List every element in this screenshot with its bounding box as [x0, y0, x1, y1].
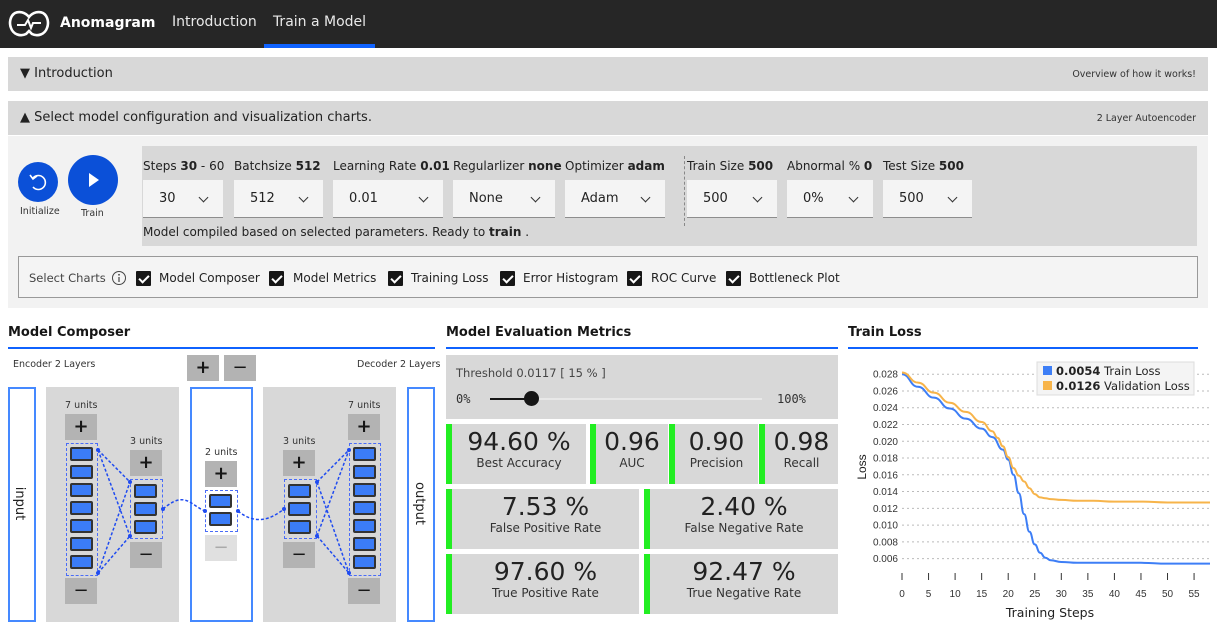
metric-true-positive-rate: 97.60 % True Positive Rate [446, 554, 639, 614]
y-tick-label: 0.022 [873, 420, 898, 431]
connection-line [316, 449, 350, 537]
train-loss-chart: 0.006 0.008 0.010 0.012 0.014 0.016 0.018 0.020… [855, 361, 1210, 620]
metric-false-positive-rate: 7.53 % False Positive Rate [446, 489, 639, 549]
connection-dot [236, 509, 240, 513]
train-loss-title: Train Loss [848, 325, 922, 340]
slider-max-label: 100% [777, 392, 806, 406]
divider [684, 156, 685, 226]
x-axis-label: Training Steps [1005, 605, 1094, 620]
legend-item-train-loss: 0.0054 Train Loss [1056, 364, 1161, 378]
y-tick-label: 0.014 [873, 487, 898, 498]
metrics-title: Model Evaluation Metrics [446, 325, 632, 340]
metric-false-negative-rate: 2.40 % False Negative Rate [644, 489, 838, 549]
connection-dot [282, 507, 286, 511]
regularizer-label: Regularlizer none [453, 159, 562, 173]
x-tick-label: 55 [1189, 589, 1201, 600]
connection-dot [315, 534, 319, 538]
train-size-select[interactable]: 500 [687, 180, 777, 218]
connection-dot [161, 507, 165, 511]
checkbox-label-roc-curve: ROC Curve [651, 271, 717, 285]
y-tick-label: 0.024 [873, 403, 898, 414]
y-tick-label: 0.016 [873, 470, 898, 481]
x-tick-label: 50 [1162, 589, 1174, 600]
x-tick-label: 0 [899, 589, 905, 600]
checkbox-roc-curve[interactable] [627, 271, 642, 286]
connection-dot [315, 480, 319, 484]
x-tick-label: 45 [1135, 589, 1147, 600]
x-tick-label: 15 [976, 589, 988, 600]
y-tick-label: 0.008 [873, 537, 898, 548]
threshold-label: Threshold 0.0117 [ 15 % ] [456, 366, 606, 380]
connection-dot [347, 448, 351, 452]
x-tick-label: 30 [1056, 589, 1068, 600]
x-tick-label: 5 [926, 589, 932, 600]
layer-connections [96, 448, 351, 575]
threshold-slider-track[interactable] [490, 391, 762, 406]
metric-precision: 0.90 Precision [669, 424, 758, 484]
model-type-label: 2 Layer Autoencoder [1096, 113, 1196, 124]
x-tick-label: 10 [950, 589, 962, 600]
checkbox-error-histogram[interactable] [500, 271, 515, 286]
metric-best-accuracy: 94.60 % Best Accuracy [446, 424, 586, 484]
x-tick-label: 25 [1029, 589, 1041, 600]
regularizer-select[interactable]: None [453, 180, 555, 218]
abnormal-percent-select[interactable]: 0% [787, 180, 873, 218]
y-tick-label: 0.026 [873, 386, 898, 397]
metric-true-negative-rate: 92.47 % True Negative Rate [644, 554, 838, 614]
legend-item-validation-loss: 0.0126 Validation Loss [1056, 379, 1190, 393]
metric-recall: 0.98 Recall [759, 424, 838, 484]
y-tick-label: 0.018 [873, 454, 898, 465]
connection-line [237, 508, 285, 521]
legend-swatch-train-loss [1043, 366, 1052, 375]
metric-auc: 0.96 AUC [590, 424, 668, 484]
y-tick-label: 0.012 [873, 504, 898, 515]
section-underline [848, 347, 1198, 349]
checkbox-label-bottleneck-plot: Bottleneck Plot [749, 271, 840, 285]
introduction-panel-subtitle: Overview of how it works! [1072, 69, 1196, 80]
connection-line [316, 535, 350, 574]
chevron-down-icon [752, 192, 763, 203]
optimizer-label: Optimizer adam [565, 159, 665, 173]
test-size-label: Test Size 500 [883, 159, 964, 173]
connection-line [97, 535, 131, 574]
chevron-down-icon [947, 192, 958, 203]
chevron-down-icon [530, 192, 541, 203]
checkbox-bottleneck-plot[interactable] [726, 271, 741, 286]
connection-line [162, 498, 206, 512]
chevron-down-icon [640, 192, 651, 203]
abnormal-percent-label: Abnormal % 0 [787, 159, 873, 173]
connection-dot [96, 571, 100, 575]
connection-dot [347, 571, 351, 575]
connection-line [316, 449, 350, 483]
y-tick-label: 0.020 [873, 437, 898, 448]
connection-dot [128, 480, 132, 484]
connection-line [97, 449, 131, 483]
connection-line [97, 449, 131, 537]
y-tick-label: 0.010 [873, 521, 898, 532]
chart-legend: 0.0054 Train Loss 0.0126 Validation Loss [1036, 361, 1195, 396]
y-tick-label: 0.006 [873, 554, 898, 565]
connection-dot [96, 448, 100, 452]
connection-dot [203, 509, 207, 513]
connection-line [316, 481, 350, 574]
x-tick-label: 35 [1082, 589, 1094, 600]
x-tick-label: 40 [1109, 589, 1121, 600]
threshold-panel: Threshold 0.0117 [ 15 % ] 0% 100% [446, 355, 838, 419]
checkbox-label-error-histogram: Error Histogram [523, 271, 619, 285]
train-size-label: Train Size 500 [687, 159, 774, 173]
threshold-slider-thumb[interactable] [523, 391, 539, 406]
section-underline [446, 347, 838, 349]
chevron-down-icon [848, 192, 859, 203]
legend-swatch-validation-loss [1043, 381, 1052, 390]
connection-line [97, 481, 131, 574]
y-tick-label: 0.028 [873, 370, 898, 381]
slider-min-label: 0% [456, 392, 471, 406]
connection-dot [128, 534, 132, 538]
optimizer-select[interactable]: Adam [565, 180, 665, 218]
x-tick-label: 20 [1003, 589, 1015, 600]
y-axis-label: Loss [855, 454, 869, 479]
test-size-select[interactable]: 500 [883, 180, 972, 218]
